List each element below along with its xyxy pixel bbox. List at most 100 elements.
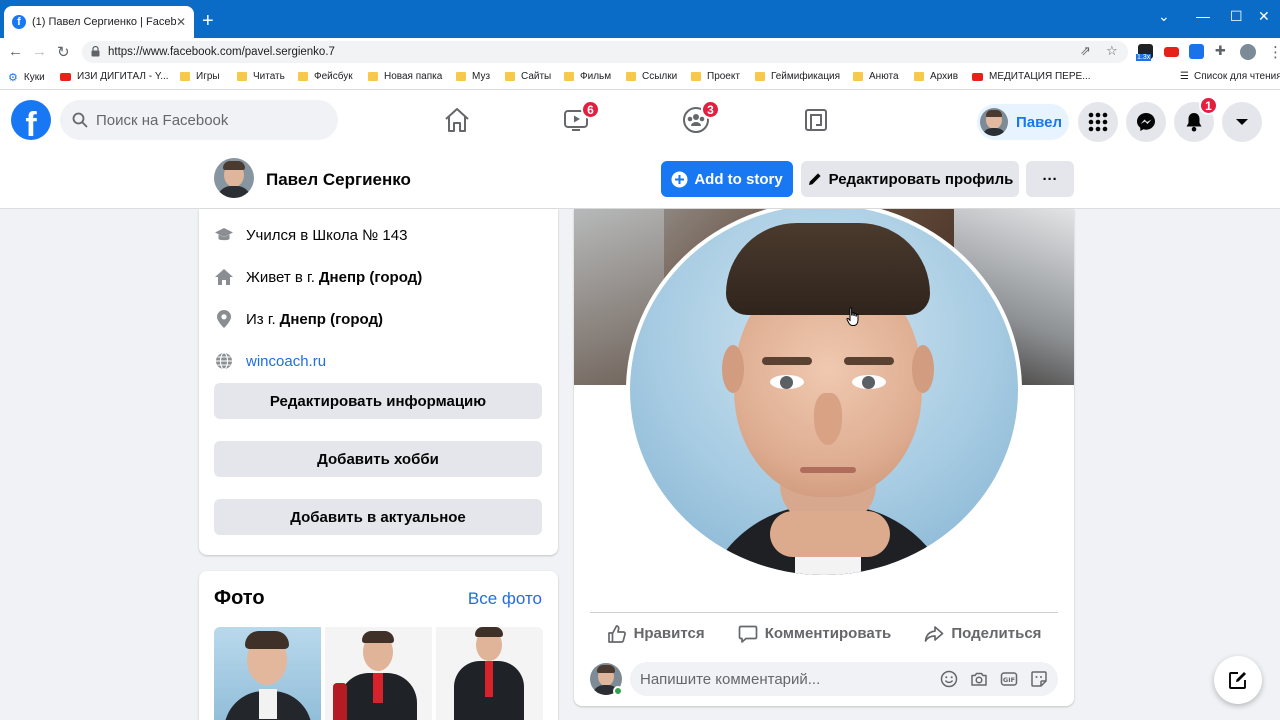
reading-list-icon: ☰ (1180, 71, 1189, 82)
tab-title: (1) Павел Сергиенко | Facebook (32, 16, 176, 28)
comment-bubble-icon (738, 625, 758, 643)
profile-header-bar: Павел Сергиенко Add to story Редактирова… (0, 150, 1280, 209)
watch-tab[interactable]: 6 (560, 100, 600, 136)
account-menu-button[interactable] (1222, 102, 1262, 142)
home-icon (445, 108, 469, 132)
bookmark-label: Фильм (580, 71, 612, 82)
all-photos-link[interactable]: Все фото (468, 589, 542, 609)
watch-badge: 6 (581, 100, 600, 119)
add-hobby-button[interactable]: Добавить хобби (214, 441, 542, 477)
add-featured-button[interactable]: Добавить в актуальное (214, 499, 542, 535)
search-icon (72, 112, 88, 128)
translate-extension-icon[interactable] (1189, 44, 1204, 59)
sticker-icon[interactable] (1030, 670, 1048, 688)
gif-icon[interactable]: GIF (1000, 670, 1018, 688)
avatar[interactable] (214, 158, 254, 198)
chevron-down-icon[interactable]: ⌄ (1158, 8, 1170, 25)
bookmark-item[interactable]: Фильм (564, 71, 611, 82)
edit-profile-button[interactable]: Редактировать профиль (801, 161, 1019, 197)
emoji-icon[interactable] (940, 670, 958, 688)
gaming-tab[interactable] (800, 104, 832, 136)
folder-icon (853, 72, 863, 81)
graduation-cap-icon (214, 225, 234, 245)
compose-icon (1229, 672, 1246, 689)
search-input[interactable]: Поиск на Facebook (60, 100, 338, 140)
star-bookmark-icon[interactable]: ☆ (1106, 43, 1118, 59)
bookmark-item[interactable]: МЕДИТАЦИЯ ПЕРЕ... (972, 71, 1091, 82)
menu-button[interactable] (1078, 102, 1118, 142)
bookmark-item[interactable]: Читать (237, 71, 285, 82)
share-arrow-icon (925, 625, 944, 642)
bookmark-item[interactable]: Архив (914, 71, 958, 82)
photos-card: Фото Все фото (199, 571, 558, 720)
plus-circle-icon (671, 171, 688, 187)
reading-list[interactable]: ☰ Список для чтения (1180, 71, 1280, 82)
comment-button[interactable]: Комментировать (738, 624, 891, 644)
youtube-icon (972, 72, 983, 81)
intro-website: wincoach.ru (214, 349, 326, 373)
bookmark-item[interactable]: Сайты (505, 71, 551, 82)
bookmark-item[interactable]: Ссылки (626, 71, 677, 82)
bookmark-item[interactable]: Фейсбук (298, 71, 353, 82)
notifications-button[interactable]: 1 (1174, 96, 1218, 142)
folder-icon (180, 72, 190, 81)
comment-composer: Напишите комментарий... GIF (590, 662, 1058, 698)
more-menu-icon[interactable]: ⋮ (1268, 43, 1280, 61)
bookmark-item[interactable]: Проект (691, 71, 740, 82)
reload-icon[interactable]: ↻ (57, 43, 70, 61)
browser-tab[interactable]: f (1) Павел Сергиенко | Facebook ✕ (4, 6, 194, 38)
photo-thumbnail[interactable] (325, 627, 432, 720)
comment-input[interactable]: Напишите комментарий... GIF (630, 662, 1058, 696)
tab-close-icon[interactable]: ✕ (176, 15, 186, 29)
bookmark-label: ИЗИ ДИГИТАЛ - Y... (77, 71, 169, 82)
more-options-button[interactable]: ··· (1026, 161, 1074, 197)
profile-shortcut-button[interactable]: Павел (977, 104, 1069, 140)
folder-icon (691, 72, 701, 81)
bookmark-item[interactable]: Муз (456, 71, 490, 82)
forward-arrow-icon[interactable]: → (32, 43, 47, 60)
bookmark-item[interactable]: Игры (180, 71, 220, 82)
like-button[interactable]: Нравится (607, 624, 705, 644)
profile-picture[interactable] (626, 209, 1022, 579)
thumbs-up-icon (607, 624, 626, 643)
add-to-story-button[interactable]: Add to story (661, 161, 793, 197)
facebook-logo-icon[interactable]: f (11, 100, 51, 140)
minimize-button[interactable]: — (1196, 8, 1210, 24)
share-icon[interactable]: ⇗ (1080, 43, 1091, 59)
bookmark-item[interactable]: Анюта (853, 71, 899, 82)
bookmark-item[interactable]: ИЗИ ДИГИТАЛ - Y... (60, 71, 169, 82)
photos-title: Фото (214, 587, 265, 609)
camera-icon[interactable] (970, 670, 988, 688)
edit-info-button[interactable]: Редактировать информацию (214, 383, 542, 419)
from-city[interactable]: Днепр (город) (280, 311, 383, 328)
maximize-button[interactable]: ☐ (1230, 8, 1243, 25)
bookmark-item[interactable]: Геймификация (755, 71, 840, 82)
back-arrow-icon[interactable]: ← (8, 43, 23, 60)
url-field[interactable]: https://www.facebook.com/pavel.sergienko… (82, 41, 1128, 63)
intro-education: Учился в Школа № 143 (214, 223, 407, 247)
new-tab-button[interactable]: + (202, 11, 214, 31)
share-label: Поделиться (951, 625, 1042, 642)
location-pin-icon (214, 309, 234, 329)
folder-icon (914, 72, 924, 81)
groups-tab[interactable]: 3 (680, 100, 720, 136)
youtube-extension-icon[interactable] (1164, 47, 1179, 57)
puzzle-extensions-icon[interactable]: ✚ (1215, 43, 1226, 59)
bookmark-item[interactable]: Новая папка (368, 71, 442, 82)
pencil-icon (808, 173, 821, 185)
home-tab[interactable] (441, 104, 473, 136)
close-window-button[interactable]: ✕ (1258, 8, 1270, 25)
photo-thumbnail[interactable] (436, 627, 543, 720)
messenger-button[interactable] (1126, 102, 1166, 142)
profile-picture-post: Нравится Комментировать Поделиться Напиш… (574, 209, 1074, 706)
education-text: Учился в Школа № 143 (246, 226, 408, 244)
share-button[interactable]: Поделиться (924, 624, 1041, 644)
website-link[interactable]: wincoach.ru (246, 353, 326, 370)
chrome-profile-avatar[interactable] (1240, 44, 1256, 60)
intro-hometown: Из г. Днепр (город) (214, 307, 383, 331)
avatar (980, 108, 1008, 136)
new-message-button[interactable] (1214, 656, 1262, 704)
photo-thumbnail[interactable] (214, 627, 321, 720)
bookmark-item[interactable]: ⚙ Куки (8, 71, 45, 84)
lives-city[interactable]: Днепр (город) (319, 269, 422, 286)
